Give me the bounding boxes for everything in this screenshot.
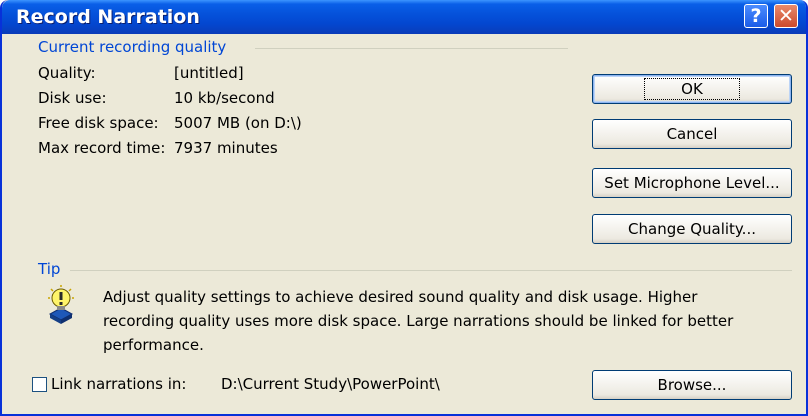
tip-text-line-1: Adjust quality settings to achieve desir… xyxy=(103,288,698,306)
set-microphone-level-label: Set Microphone Level... xyxy=(604,174,780,192)
ok-button[interactable]: OK xyxy=(592,74,792,104)
tip-text-line-2: recording quality uses more disk space. … xyxy=(103,312,734,330)
max-record-time-label: Max record time: xyxy=(38,139,166,157)
disk-use-label: Disk use: xyxy=(38,89,107,107)
set-microphone-level-button[interactable]: Set Microphone Level... xyxy=(592,168,792,198)
close-button[interactable]: ✕ xyxy=(774,4,798,28)
tip-group-divider xyxy=(70,270,792,271)
quality-label: Quality: xyxy=(38,64,96,82)
ok-button-label: OK xyxy=(644,78,740,100)
tip-text-line-3: performance. xyxy=(103,336,204,354)
browse-button[interactable]: Browse... xyxy=(592,370,792,400)
record-narration-dialog: Record Narration ? ✕ Current recording q… xyxy=(0,0,808,416)
link-narrations-label[interactable]: Link narrations in: xyxy=(51,375,187,393)
quality-group-divider xyxy=(255,48,568,49)
cancel-button[interactable]: Cancel xyxy=(592,119,792,149)
close-icon: ✕ xyxy=(778,5,794,27)
quality-value: [untitled] xyxy=(174,64,244,82)
browse-button-label: Browse... xyxy=(657,376,727,394)
change-quality-button[interactable]: Change Quality... xyxy=(592,214,792,244)
help-icon: ? xyxy=(750,5,762,27)
window-title: Record Narration xyxy=(16,6,200,28)
tip-heading: Tip xyxy=(38,260,61,278)
title-bar[interactable]: Record Narration ? ✕ xyxy=(2,0,806,34)
disk-use-value: 10 kb/second xyxy=(174,89,275,107)
change-quality-label: Change Quality... xyxy=(628,220,756,238)
quality-group-heading: Current recording quality xyxy=(38,38,227,56)
link-narrations-checkbox[interactable] xyxy=(32,377,47,392)
help-button[interactable]: ? xyxy=(744,4,768,28)
free-disk-space-value: 5007 MB (on D:\) xyxy=(174,114,302,132)
link-narrations-path: D:\Current Study\PowerPoint\ xyxy=(221,375,440,393)
free-disk-space-label: Free disk space: xyxy=(38,114,159,132)
cancel-button-label: Cancel xyxy=(666,125,718,143)
lightbulb-tip-icon xyxy=(44,284,78,324)
max-record-time-value: 7937 minutes xyxy=(174,139,278,157)
